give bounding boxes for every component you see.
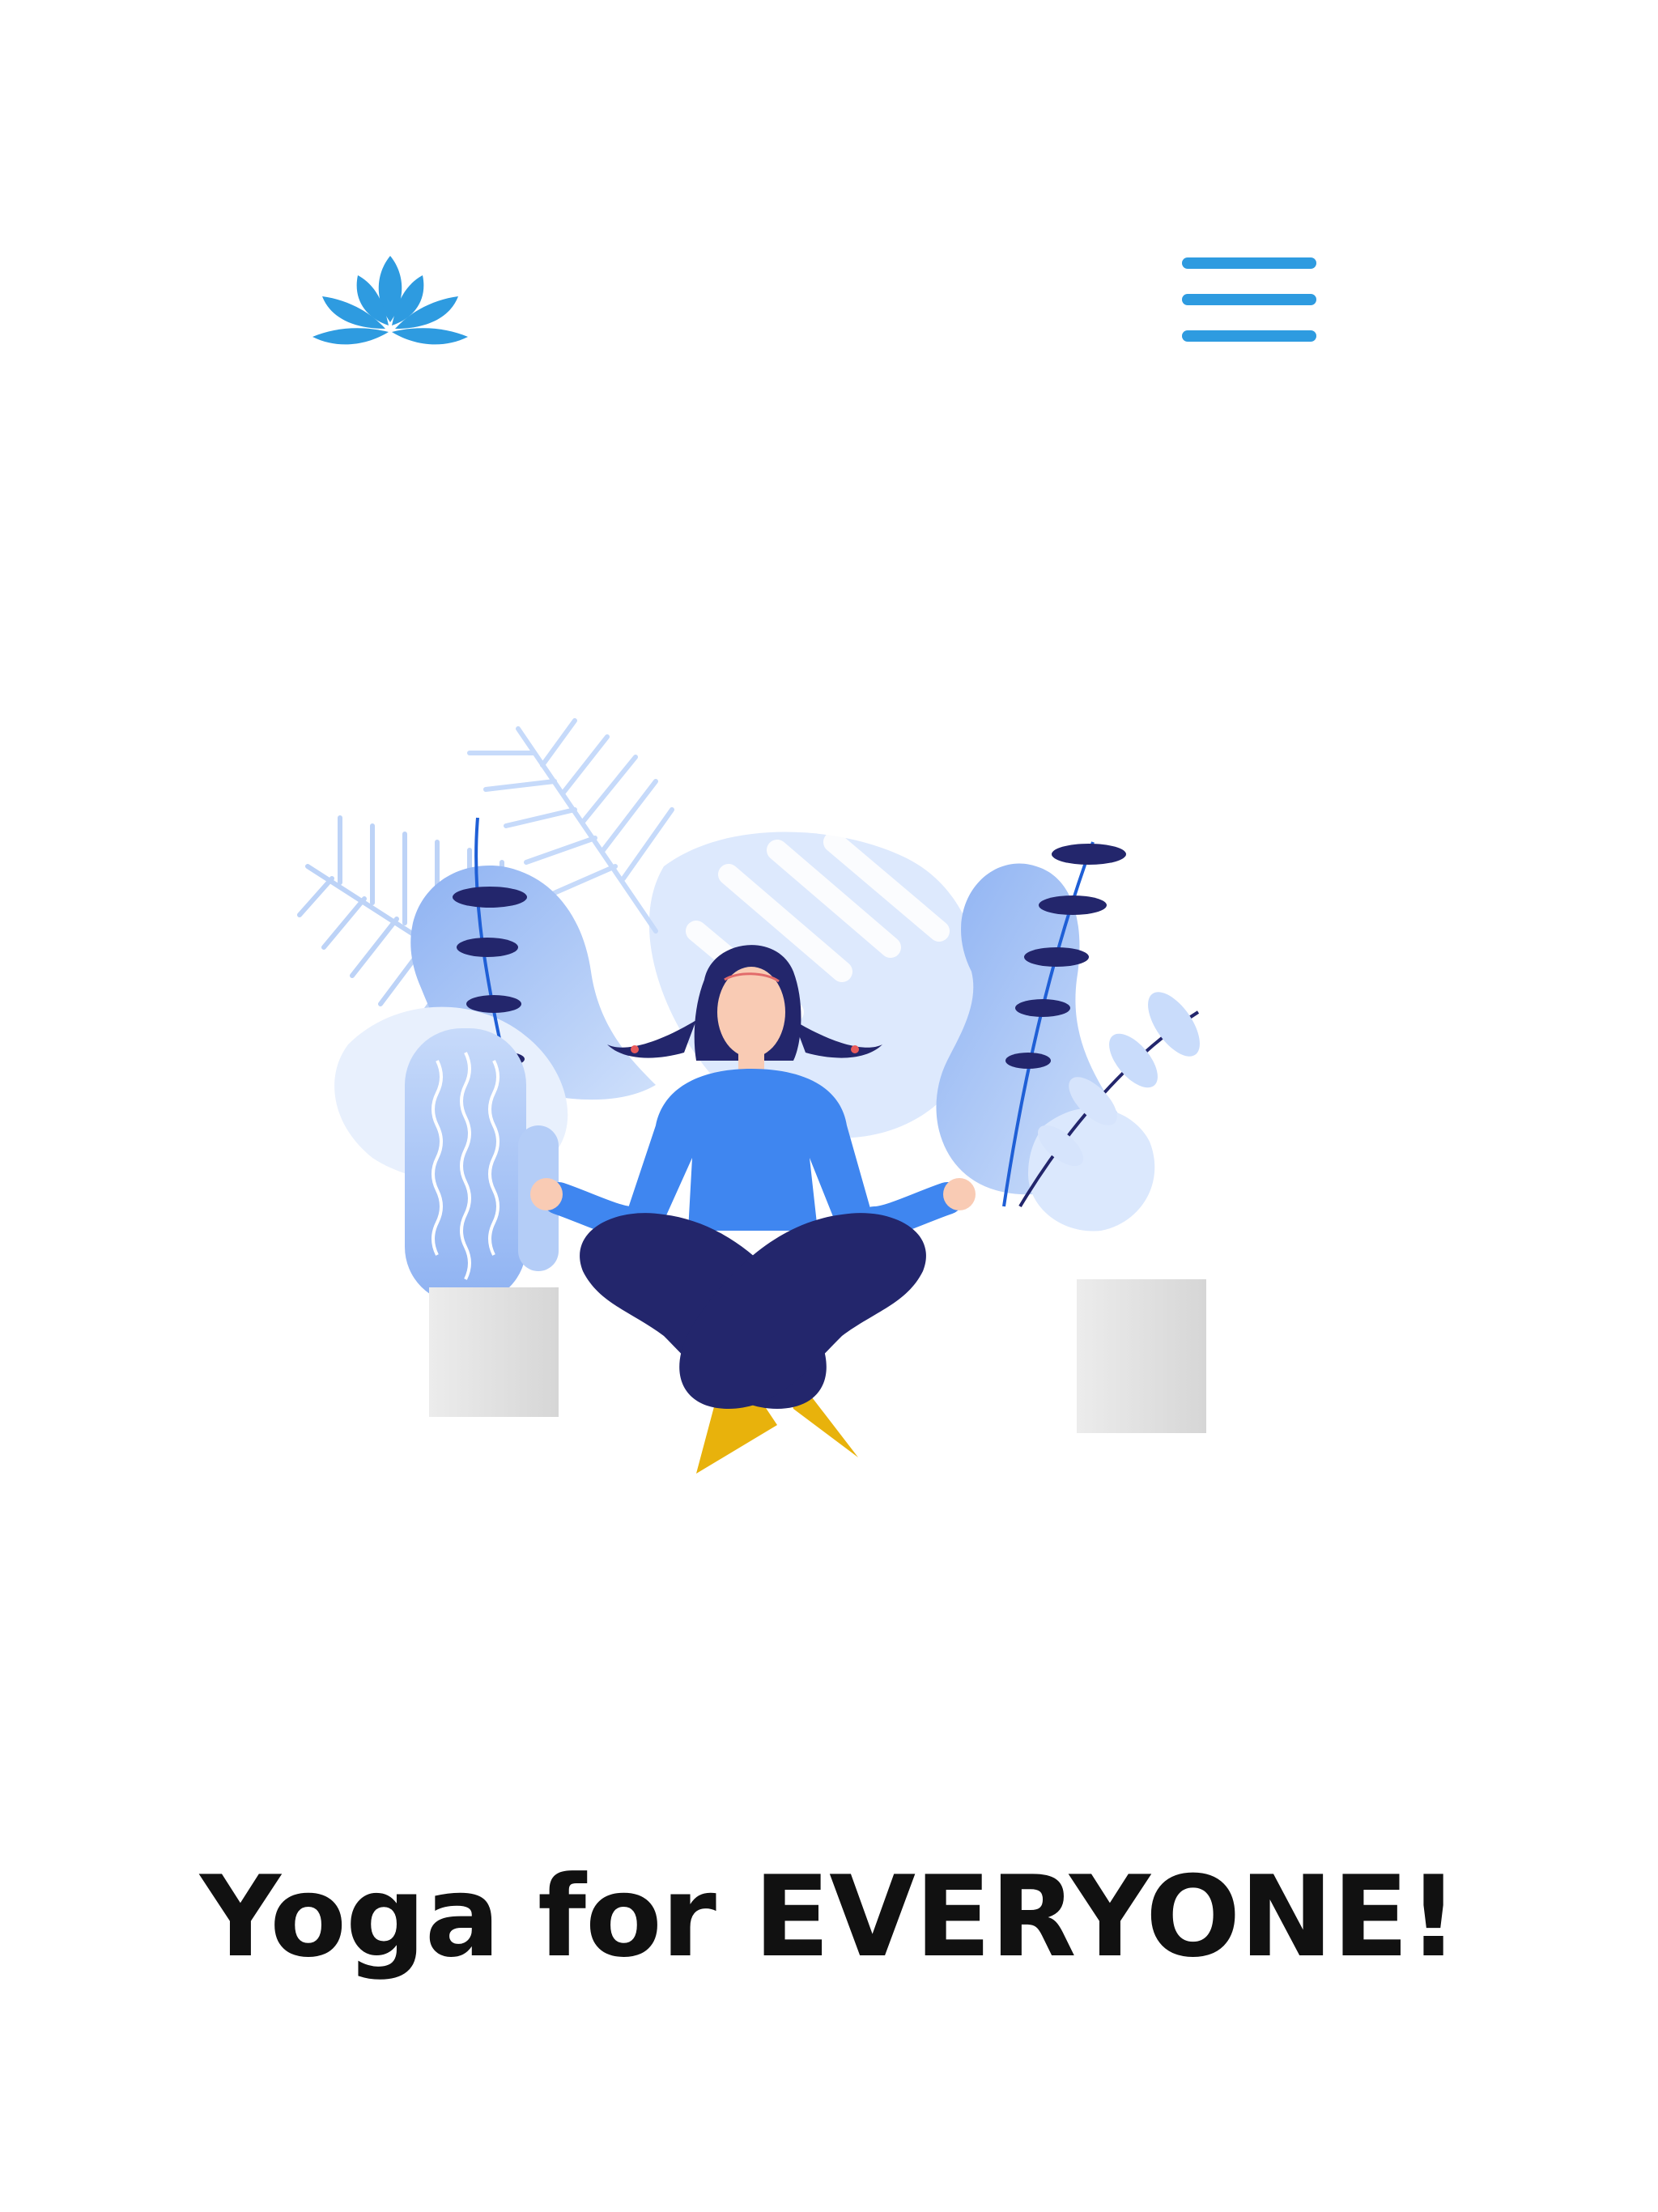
page: Yoga for EVERYONE! — [0, 0, 1658, 2212]
headline: Yoga for EVERYONE! — [199, 1852, 1459, 1982]
hero-illustration — [275, 704, 1392, 1692]
menu-button[interactable] — [1182, 257, 1316, 343]
menu-bar — [1182, 257, 1316, 269]
meditation-illustration — [297, 718, 1206, 1474]
lotus-icon — [312, 256, 468, 345]
menu-bar — [1182, 294, 1316, 305]
lotus-logo-icon[interactable] — [311, 253, 470, 351]
menu-bar — [1182, 330, 1316, 342]
